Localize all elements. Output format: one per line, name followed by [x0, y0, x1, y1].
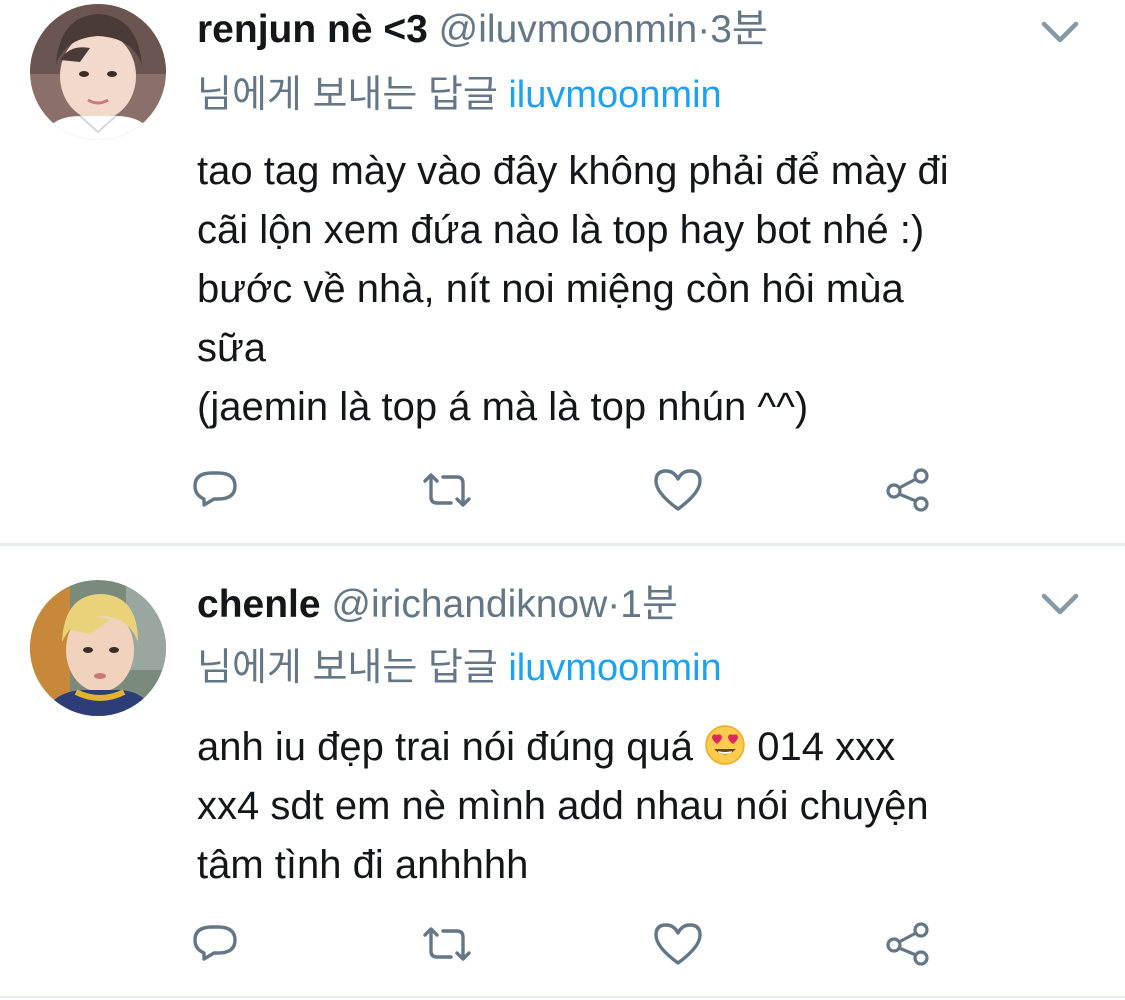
- timestamp[interactable]: 1분: [620, 583, 678, 626]
- tweet-text-line: anh iu đẹp trai nói đúng quá 014 xxx: [197, 718, 1097, 777]
- user-handle[interactable]: @irichandiknow: [331, 583, 607, 626]
- display-name[interactable]: chenle: [197, 583, 321, 626]
- tweet-text-line: tao tag mày vào đây không phải để mày đi: [197, 149, 949, 193]
- replying-to-user-link[interactable]: iluvmoonmin: [508, 74, 721, 116]
- retweet-icon: [423, 473, 471, 507]
- tweet-text: anh iu đẹp trai nói đúng quá 014 xxx xx4…: [197, 718, 1097, 895]
- user-handle[interactable]: @iluvmoonmin: [439, 8, 698, 51]
- heart-icon: [654, 923, 702, 965]
- tweet-text-segment: anh iu đẹp trai nói đúng quá: [197, 725, 693, 769]
- timestamp[interactable]: 3분: [710, 8, 768, 51]
- separator-dot: ·: [607, 583, 621, 626]
- share-button[interactable]: [878, 914, 938, 974]
- more-options-button[interactable]: [1040, 18, 1080, 48]
- tweet-text-line: sữa: [197, 326, 267, 370]
- avatar[interactable]: [30, 4, 166, 140]
- share-icon: [886, 468, 929, 512]
- chevron-down-icon: [1041, 21, 1079, 43]
- retweet-button[interactable]: [417, 914, 477, 974]
- tweet-text-line: xx4 sdt em nè mình add nhau nói chuyện: [197, 784, 929, 828]
- replying-to: 님에게 보내는 답글 iluvmoonmin: [197, 68, 722, 122]
- like-button[interactable]: [648, 914, 708, 974]
- replying-to: 님에게 보내는 답글 iluvmoonmin: [197, 641, 722, 695]
- tweet-text-line: cãi lộn xem đứa nào là top hay bot nhé :…: [197, 208, 925, 252]
- retweet-icon: [423, 927, 471, 961]
- more-options-button[interactable]: [1040, 590, 1080, 620]
- share-icon: [886, 922, 929, 966]
- chevron-down-icon: [1041, 593, 1079, 615]
- tweet-feed: renjun nè <3 @iluvmoonmin·3분 님에게 보내는 답글 …: [0, 0, 1125, 1000]
- avatar-photo: [30, 580, 166, 716]
- reply-icon: [193, 925, 237, 961]
- tweet-text-line: tâm tình đi anhhhh: [197, 843, 529, 887]
- separator-dot: ·: [697, 8, 711, 51]
- tweet-header: chenle @irichandiknow·1분: [197, 577, 678, 633]
- tweet-header: renjun nè <3 @iluvmoonmin·3분: [197, 2, 768, 58]
- tweet-reply[interactable]: chenle @irichandiknow·1분 님에게 보내는 답글 iluv…: [0, 546, 1125, 1000]
- heart-icon: [654, 469, 702, 511]
- replying-to-label: 님에게 보내는 답글: [197, 647, 498, 689]
- replying-to-user-link[interactable]: iluvmoonmin: [508, 647, 721, 689]
- tweet-text-line: bước về nhà, nít noi miệng còn hôi mùa: [197, 267, 904, 311]
- tweet-text: tao tag mày vào đây không phải để mày đi…: [197, 142, 1097, 437]
- tweet-reply[interactable]: renjun nè <3 @iluvmoonmin·3분 님에게 보내는 답글 …: [0, 0, 1125, 544]
- reply-button[interactable]: [185, 460, 245, 520]
- tweet-text-segment: 014 xxx: [757, 725, 896, 769]
- like-button[interactable]: [648, 460, 708, 520]
- reply-button[interactable]: [185, 914, 245, 974]
- avatar[interactable]: [30, 580, 166, 716]
- tweet-text-line: (jaemin là top á mà là top nhún ^^): [197, 385, 809, 429]
- avatar-photo: [30, 4, 166, 140]
- heart-eyes-emoji-icon: [705, 725, 745, 765]
- retweet-button[interactable]: [417, 460, 477, 520]
- tweet-actions: [0, 914, 1125, 974]
- tweet-actions: [0, 460, 1125, 520]
- replying-to-label: 님에게 보내는 답글: [197, 74, 498, 116]
- tweet-divider: [0, 996, 1125, 998]
- reply-icon: [193, 471, 237, 507]
- share-button[interactable]: [878, 460, 938, 520]
- display-name[interactable]: renjun nè <3: [197, 8, 428, 51]
